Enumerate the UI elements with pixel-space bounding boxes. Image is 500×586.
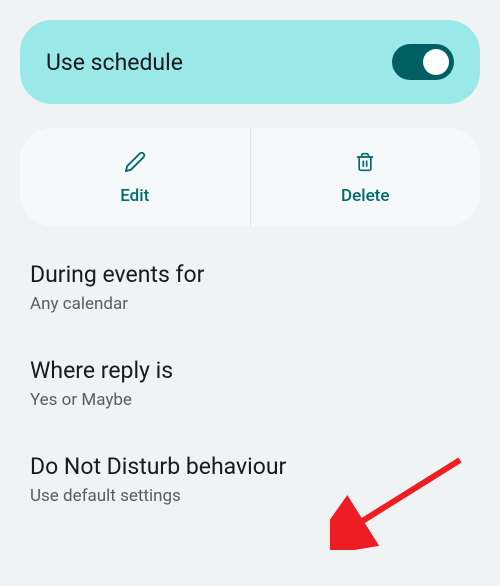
delete-button[interactable]: Delete [251, 128, 481, 226]
setting-during-events[interactable]: During events for Any calendar [20, 256, 480, 319]
toggle-knob [423, 49, 449, 75]
setting-subtitle: Use default settings [30, 486, 470, 506]
setting-title: During events for [30, 261, 470, 288]
pencil-icon [123, 150, 147, 174]
use-schedule-label: Use schedule [46, 49, 183, 76]
action-row: Edit Delete [20, 128, 480, 226]
delete-label: Delete [341, 186, 389, 206]
edit-button[interactable]: Edit [20, 128, 251, 226]
edit-label: Edit [120, 186, 149, 206]
setting-title: Do Not Disturb behaviour [30, 453, 470, 480]
trash-icon [353, 150, 377, 174]
use-schedule-card: Use schedule [20, 20, 480, 104]
setting-dnd-behaviour[interactable]: Do Not Disturb behaviour Use default set… [20, 448, 480, 511]
setting-where-reply[interactable]: Where reply is Yes or Maybe [20, 352, 480, 415]
use-schedule-toggle[interactable] [392, 44, 454, 80]
setting-subtitle: Any calendar [30, 294, 470, 314]
setting-title: Where reply is [30, 357, 470, 384]
setting-subtitle: Yes or Maybe [30, 390, 470, 410]
